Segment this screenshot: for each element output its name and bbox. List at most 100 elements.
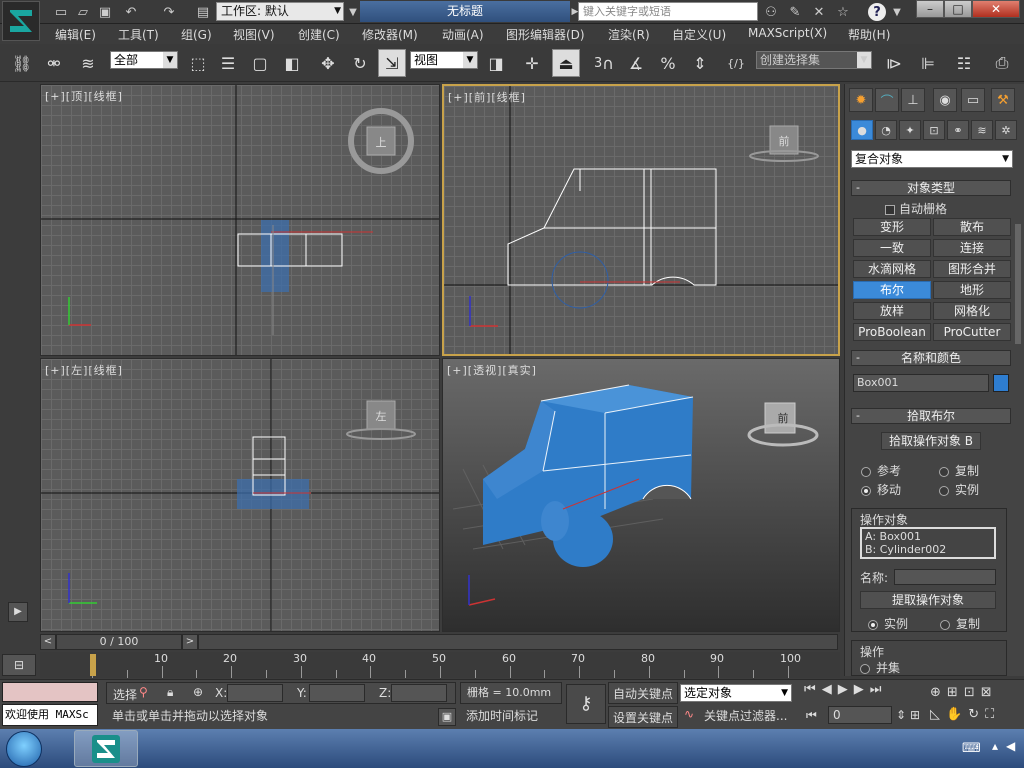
menu-tools[interactable]: 工具(T)	[118, 26, 159, 43]
compound-btn-mesher[interactable]: 网格化	[933, 302, 1011, 320]
save-file-icon[interactable]: ▣	[96, 3, 114, 21]
set-key-button[interactable]: 设置关键点	[608, 706, 678, 728]
select-manipulate-icon[interactable]: ✛	[518, 49, 546, 77]
object-color-swatch[interactable]	[993, 374, 1009, 392]
geometry-icon[interactable]: ●	[851, 120, 873, 140]
utilities-tab-icon[interactable]: ⚒	[991, 88, 1015, 112]
percent-snap-icon[interactable]: %	[654, 49, 682, 77]
open-file-icon[interactable]: ▱	[74, 3, 92, 21]
viewport-front-label[interactable]: [+][前][线框]	[448, 89, 526, 105]
angle-snap-icon[interactable]: ∡	[622, 49, 650, 77]
spinner-snap-icon[interactable]: ⇕	[686, 49, 714, 77]
menu-customize[interactable]: 自定义(U)	[672, 26, 726, 43]
auto-key-button[interactable]: 自动关键点	[608, 682, 678, 704]
cameras-icon[interactable]: ⊡	[923, 120, 945, 140]
track-bar[interactable]: ⊟ 10 20 30 40 50 60 70 80 90 100	[2, 652, 840, 678]
rotate-icon[interactable]: ↻	[346, 49, 374, 77]
window-crossing-icon[interactable]: ◧	[278, 49, 306, 77]
radio-extract-copy[interactable]: 复制	[940, 615, 980, 632]
reference-coordinate-dropdown[interactable]: 视图 ▼	[410, 51, 478, 69]
compound-btn-blobmesh[interactable]: 水滴网格	[853, 260, 931, 278]
prev-frame-button[interactable]: <	[40, 634, 56, 650]
compound-btn-procutter[interactable]: ProCutter	[933, 323, 1011, 341]
time-slider-track[interactable]	[198, 634, 838, 650]
compound-btn-loft[interactable]: 放样	[853, 302, 931, 320]
category-dropdown[interactable]: 复合对象 ▼	[851, 150, 1013, 168]
maximize-viewport-icon[interactable]: ⛶	[985, 707, 1000, 722]
operand-b[interactable]: B: Cylinder002	[865, 543, 991, 556]
keyboard-tray-icon[interactable]: ⌨	[962, 741, 981, 756]
tray-expand-icon[interactable]: ▴	[992, 739, 998, 753]
undo-icon[interactable]: ↶	[122, 3, 140, 21]
radio-reference[interactable]: 参考	[861, 462, 901, 479]
compound-btn-connect[interactable]: 连接	[933, 239, 1011, 257]
select-by-name-icon[interactable]: ☰	[214, 49, 242, 77]
compound-btn-scatter[interactable]: 散布	[933, 218, 1011, 236]
motion-tab-icon[interactable]: ◉	[933, 88, 957, 112]
project-folder-icon[interactable]: ▤	[194, 3, 212, 21]
modify-tab-icon[interactable]: ⌒	[875, 88, 899, 112]
viewport-left-label[interactable]: [+][左][线框]	[45, 362, 123, 378]
maxscript-listener-input[interactable]: 欢迎使用 MAXSc	[2, 704, 98, 726]
curve-editor-mini-icon[interactable]: ⊟	[2, 654, 36, 676]
space-warps-icon[interactable]: ≋	[971, 120, 993, 140]
mirror-icon[interactable]: ⧐	[880, 49, 908, 77]
search-input[interactable]: 键入关键字或短语	[578, 2, 758, 21]
next-frame-button[interactable]: >	[182, 634, 198, 650]
panel-scrollbar[interactable]	[1015, 224, 1021, 344]
set-key-icon[interactable]: ⚷	[566, 684, 606, 724]
viewport-front[interactable]: 前 [+][前][线框]	[442, 84, 840, 356]
lights-icon[interactable]: ✦	[899, 120, 921, 140]
current-frame-marker[interactable]	[90, 654, 96, 676]
go-to-start-icon[interactable]: ⏮	[804, 682, 822, 697]
time-tag-icon[interactable]: ▣	[438, 708, 456, 726]
communication-center-icon[interactable]: ✎	[786, 3, 804, 21]
operands-list[interactable]: A: Box001 B: Cylinder002	[860, 527, 996, 559]
display-tab-icon[interactable]: ▭	[961, 88, 985, 112]
maxscript-listener-top[interactable]	[2, 682, 98, 702]
viewport-top[interactable]: 上 [+][顶][线框]	[40, 84, 440, 356]
taskbar-3dsmax-button[interactable]	[74, 730, 138, 767]
volume-tray-icon[interactable]: ◀	[1006, 739, 1015, 753]
render-setup-icon[interactable]: ⎙	[988, 49, 1016, 77]
x-coord-field[interactable]	[227, 684, 283, 702]
compound-btn-terrain[interactable]: 地形	[933, 281, 1011, 299]
compound-btn-boolean[interactable]: 布尔	[853, 281, 931, 299]
autogrid-checkbox[interactable]: 自动栅格	[885, 200, 947, 217]
pivot-center-icon[interactable]: ◨	[482, 49, 510, 77]
time-slider-thumb[interactable]: 0 / 100	[56, 634, 182, 650]
key-mode-dropdown[interactable]: 选定对象 ▼	[680, 684, 792, 702]
rectangular-selection-icon[interactable]: ▢	[246, 49, 274, 77]
radio-instance[interactable]: 实例	[939, 481, 979, 498]
align-icon[interactable]: ⊫	[914, 49, 942, 77]
zoom-extents-icon[interactable]: ⊡	[964, 685, 981, 700]
radio-union[interactable]: 并集	[860, 659, 900, 676]
zoom-extents-all-icon[interactable]: ⊠	[981, 685, 998, 700]
unlink-icon[interactable]: ⚮	[40, 49, 68, 77]
favorites-star-icon[interactable]: ☆	[834, 3, 852, 21]
compound-btn-conform[interactable]: 一致	[853, 239, 931, 257]
menu-edit[interactable]: 编辑(E)	[55, 26, 96, 43]
close-button[interactable]: ✕	[972, 0, 1020, 18]
orbit-icon[interactable]: ↻	[968, 707, 985, 722]
lock-selection-icon[interactable]: 🔒︎	[167, 685, 173, 700]
pick-boolean-header[interactable]: - 拾取布尔	[851, 408, 1011, 424]
viewport-persp-label[interactable]: [+][透视][真实]	[447, 362, 537, 378]
y-coord-field[interactable]	[309, 684, 365, 702]
start-button[interactable]	[6, 731, 42, 767]
edit-named-selection-icon[interactable]: {/}	[722, 49, 750, 77]
layer-manager-icon[interactable]: ☷	[950, 49, 978, 77]
menu-help[interactable]: 帮助(H)	[848, 26, 890, 43]
menu-group[interactable]: 组(G)	[181, 26, 212, 43]
object-name-field[interactable]: Box001	[853, 374, 989, 392]
key-mode-toggle-icon[interactable]: ⏮	[806, 708, 817, 723]
compound-btn-shapemerge[interactable]: 图形合并	[933, 260, 1011, 278]
help-icon[interactable]: ?	[868, 3, 886, 21]
keyboard-shortcut-override-icon[interactable]: ⏏	[552, 49, 580, 77]
menu-maxscript[interactable]: MAXScript(X)	[748, 26, 827, 40]
operand-a[interactable]: A: Box001	[865, 530, 991, 543]
menu-modifiers[interactable]: 修改器(M)	[362, 26, 418, 43]
radio-copy[interactable]: 复制	[939, 462, 979, 479]
go-to-end-icon[interactable]: ⏭	[870, 682, 888, 697]
radio-move[interactable]: 移动	[861, 481, 901, 498]
